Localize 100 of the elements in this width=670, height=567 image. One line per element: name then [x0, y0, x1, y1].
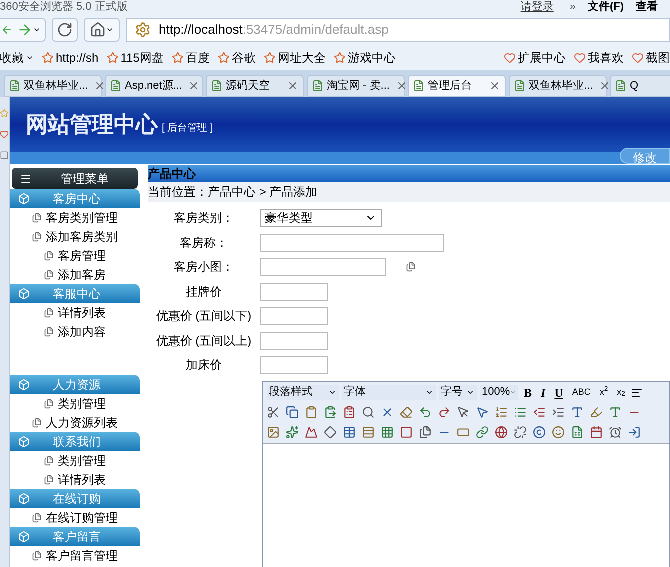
grid-icon[interactable]: [381, 426, 394, 439]
input-field[interactable]: [260, 356, 328, 374]
category-select[interactable]: 豪华类型: [260, 209, 382, 228]
square-icon[interactable]: [400, 426, 413, 439]
bookmark[interactable]: 收藏: [0, 49, 34, 67]
refresh-button[interactable]: [52, 18, 78, 42]
panel-icon[interactable]: [0, 151, 9, 160]
ordered-list-icon[interactable]: [495, 406, 508, 419]
format-button[interactable]: x$_{2}$: [614, 386, 628, 400]
pointer-icon[interactable]: [457, 406, 470, 419]
link-icon[interactable]: [476, 426, 489, 439]
upload-icon[interactable]: [406, 262, 416, 272]
scissors-icon[interactable]: [267, 406, 280, 419]
close-icon[interactable]: [396, 80, 408, 92]
menu-item[interactable]: 客房类别管理: [46, 208, 118, 226]
paste-icon[interactable]: [324, 406, 337, 419]
heart-icon[interactable]: [0, 130, 9, 139]
menu-item[interactable]: 详情列表: [58, 304, 106, 322]
menu-item[interactable]: 客房管理: [58, 246, 106, 264]
input-field[interactable]: [260, 234, 444, 252]
unlink-icon[interactable]: [514, 426, 527, 439]
browser-tab[interactable]: 管理后台: [408, 75, 506, 97]
toolbar-select[interactable]: 100%: [480, 385, 518, 400]
clipboard-list-icon[interactable]: [343, 406, 356, 419]
browser-tab[interactable]: 源码天空: [206, 75, 304, 97]
close-icon[interactable]: [489, 80, 501, 92]
browser-tab[interactable]: 双鱼林毕业...: [4, 75, 102, 97]
copy-icon[interactable]: [286, 406, 299, 419]
spreadsheet-icon[interactable]: [571, 426, 584, 439]
toolbar-select[interactable]: 字体: [342, 385, 436, 400]
bookmark[interactable]: 115网盘: [106, 49, 164, 67]
bookmark[interactable]: http://sh: [42, 49, 99, 67]
copyright-icon[interactable]: [533, 426, 546, 439]
menu-item[interactable]: 文件(F): [588, 0, 624, 16]
format-button[interactable]: x$^{2}$: [596, 386, 612, 400]
back-icon[interactable]: [1, 24, 13, 36]
input-field[interactable]: [260, 332, 328, 350]
alarm-icon[interactable]: [609, 426, 622, 439]
input-field[interactable]: [260, 307, 328, 326]
image-icon[interactable]: [267, 426, 280, 439]
browser-tab[interactable]: Asp.net源...: [105, 75, 203, 97]
format-button[interactable]: B: [521, 384, 536, 400]
smile-icon[interactable]: [552, 426, 565, 439]
menu-item[interactable]: 在线订购管理: [46, 508, 118, 526]
rows-icon[interactable]: [362, 426, 375, 439]
bookmark[interactable]: 谷歌: [218, 49, 256, 67]
format-button[interactable]: ABC: [569, 386, 594, 400]
toolbar-select[interactable]: 段落样式: [267, 385, 339, 400]
menu-item[interactable]: 添加客房类别: [46, 228, 118, 246]
menu-item[interactable]: 查看: [636, 0, 658, 16]
menu-item[interactable]: 人力资源列表: [46, 414, 118, 432]
list-icon[interactable]: [514, 406, 527, 419]
toolbar-select[interactable]: 字号: [439, 385, 477, 400]
menu-item[interactable]: 类别管理: [58, 394, 106, 412]
field-icon[interactable]: [457, 426, 470, 439]
input-field[interactable]: [260, 282, 328, 301]
format-button[interactable]: U: [552, 384, 566, 400]
mountain-icon[interactable]: [305, 426, 318, 439]
menu-item[interactable]: 详情列表: [58, 470, 106, 488]
forward-icon[interactable]: [17, 22, 33, 38]
menu-item[interactable]: 添加客房: [58, 266, 106, 284]
back-forward-button[interactable]: [0, 18, 46, 42]
files-icon[interactable]: [419, 426, 432, 439]
sparkle-icon[interactable]: [286, 426, 299, 439]
login-icon[interactable]: [628, 426, 641, 439]
bookmark[interactable]: 百度: [172, 49, 210, 67]
search-icon[interactable]: [362, 406, 375, 419]
redo-icon[interactable]: [438, 406, 451, 419]
text-color-icon[interactable]: [571, 406, 584, 419]
toolbar-link[interactable]: 截图: [632, 49, 670, 67]
browser-tab[interactable]: 淘宝网 - 卖...: [307, 75, 405, 97]
close-icon[interactable]: [381, 406, 394, 419]
diamond-icon[interactable]: [324, 426, 337, 439]
home-button[interactable]: [84, 18, 120, 42]
pointer-icon[interactable]: [476, 406, 489, 419]
bookmark[interactable]: 游戏中心: [334, 49, 396, 67]
align-icon[interactable]: [631, 386, 644, 398]
login-link[interactable]: 请登录: [520, 0, 554, 16]
toolbar-link[interactable]: 扩展中心: [504, 49, 566, 67]
highlighter-icon[interactable]: [590, 406, 603, 419]
menu-item[interactable]: 添加内容: [58, 322, 106, 340]
format-button[interactable]: I: [538, 384, 549, 400]
menu-item[interactable]: 客户留言管理: [46, 546, 118, 564]
table-icon[interactable]: [343, 426, 356, 439]
indent-icon[interactable]: [552, 406, 565, 419]
browser-tab[interactable]: 双鱼林毕业...: [509, 75, 607, 97]
menu-item[interactable]: 类别管理: [58, 452, 106, 470]
close-icon[interactable]: [94, 80, 106, 92]
browser-tab[interactable]: Q: [610, 75, 670, 97]
star-icon[interactable]: [0, 109, 9, 118]
undo-icon[interactable]: [419, 406, 432, 419]
bookmark[interactable]: 网址大全: [264, 49, 326, 67]
toolbar-link[interactable]: 我喜欢: [574, 49, 624, 67]
globe-icon[interactable]: [495, 426, 508, 439]
text-background-icon[interactable]: [609, 406, 622, 419]
close-icon[interactable]: [287, 80, 299, 92]
calendar-icon[interactable]: [590, 426, 603, 439]
address-bar[interactable]: http://localhost:53475/admin/default.asp: [126, 18, 670, 42]
close-icon[interactable]: [599, 80, 612, 92]
outdent-icon[interactable]: [533, 406, 546, 419]
